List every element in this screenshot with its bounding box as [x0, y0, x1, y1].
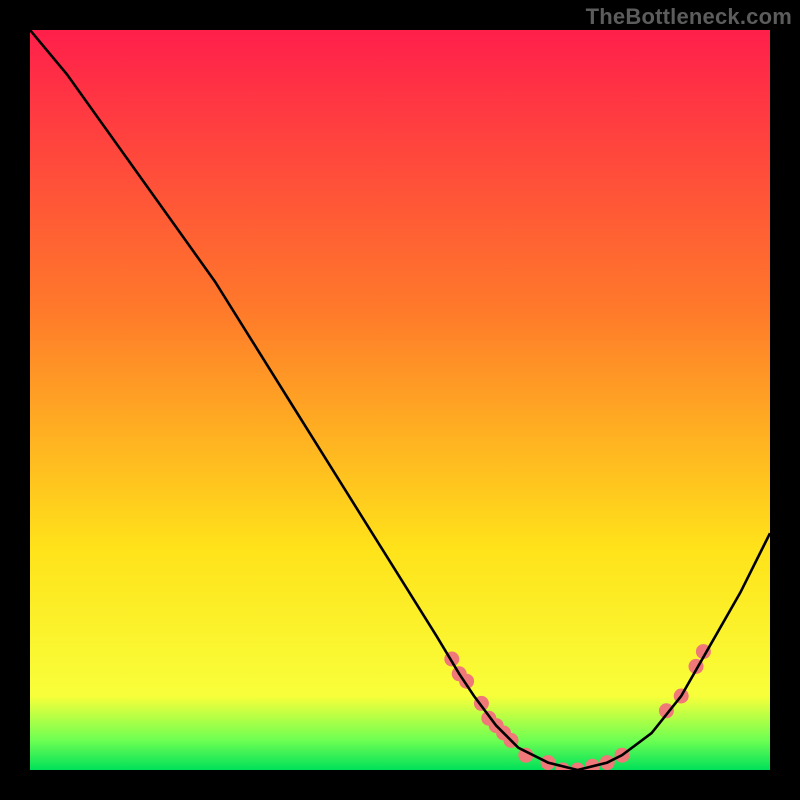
chart-plot [30, 30, 770, 770]
gradient-background [30, 30, 770, 770]
chart-frame [30, 30, 770, 770]
watermark-text: TheBottleneck.com [586, 4, 792, 30]
